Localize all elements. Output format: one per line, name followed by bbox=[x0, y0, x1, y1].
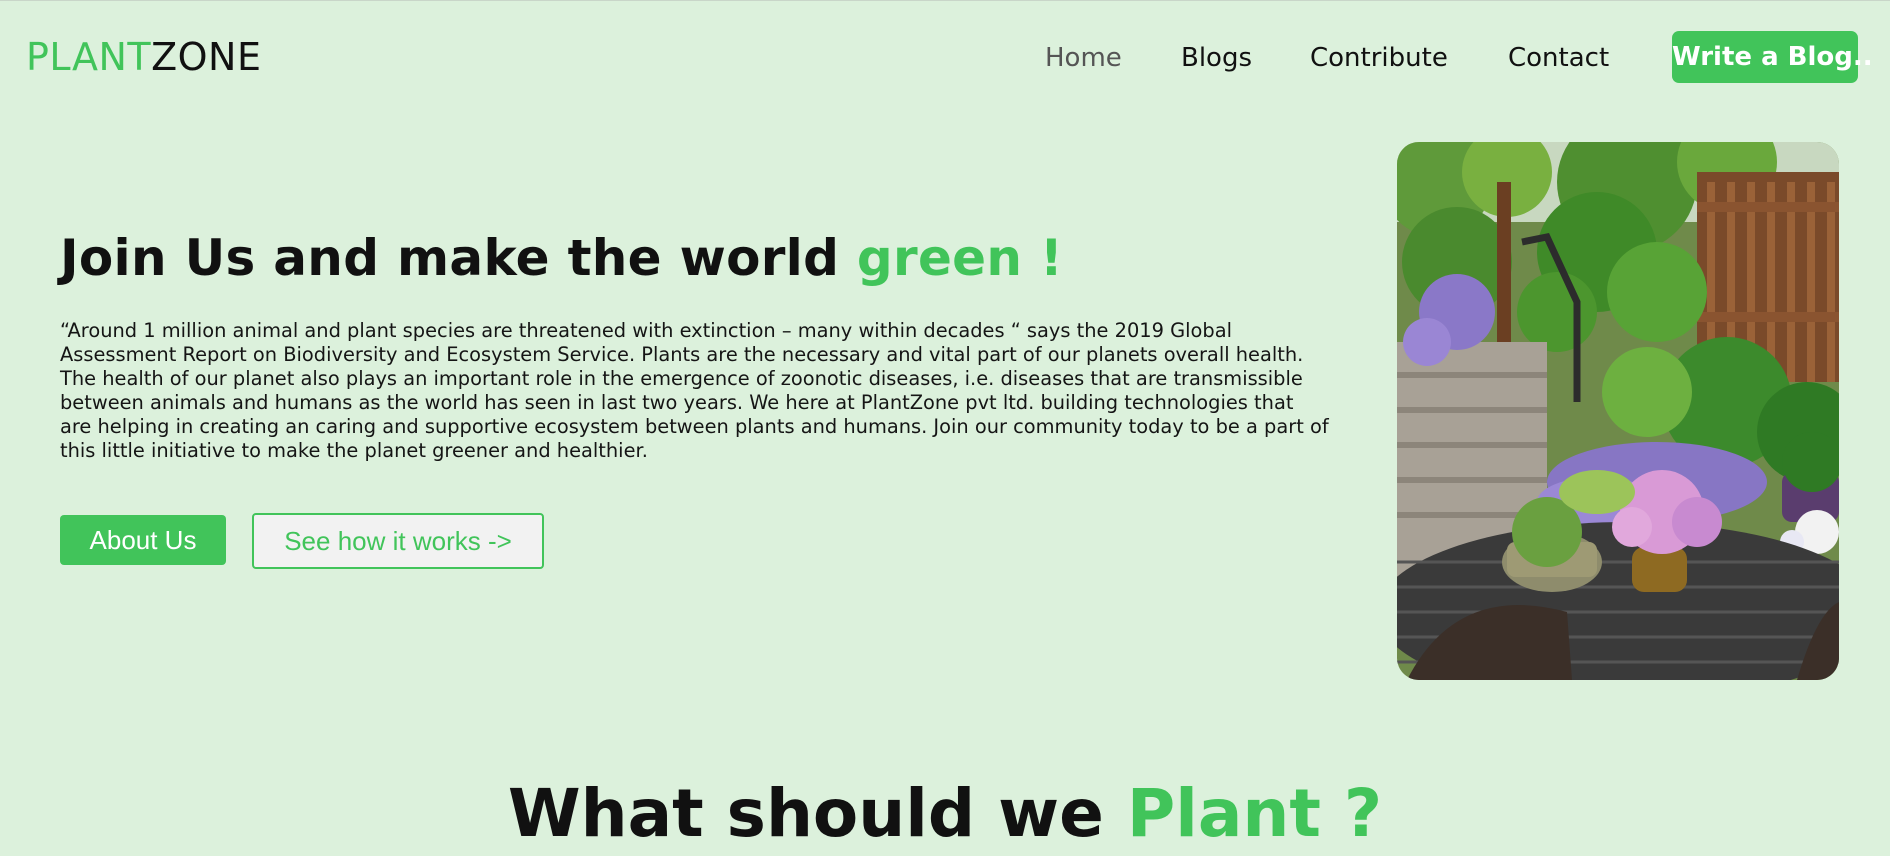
nav-item-blogs[interactable]: Blogs bbox=[1181, 38, 1252, 78]
section-title: What should we Plant ? bbox=[0, 772, 1890, 856]
brand-logo-part1: PLANT bbox=[26, 35, 152, 79]
garden-image bbox=[1397, 142, 1839, 680]
brand-logo[interactable]: PLANTZONE bbox=[26, 34, 261, 80]
see-how-it-works-button[interactable]: See how it works -> bbox=[252, 513, 544, 569]
hero-title-accent: green ! bbox=[856, 229, 1064, 287]
nav-item-contribute[interactable]: Contribute bbox=[1310, 38, 1448, 78]
hero-title: Join Us and make the world green ! bbox=[60, 226, 1063, 290]
top-border bbox=[0, 0, 1890, 1]
section-title-main: What should we bbox=[507, 775, 1127, 852]
section-title-accent: Plant ? bbox=[1126, 775, 1383, 852]
about-us-button[interactable]: About Us bbox=[60, 515, 226, 565]
hero-paragraph: “Around 1 million animal and plant speci… bbox=[60, 319, 1329, 462]
write-blog-button[interactable]: Write a Blog.. bbox=[1672, 31, 1873, 83]
nav-item-home[interactable]: Home bbox=[1045, 38, 1122, 78]
nav-item-contact[interactable]: Contact bbox=[1508, 38, 1609, 78]
hero-title-main: Join Us and make the world bbox=[60, 229, 857, 287]
brand-logo-part2: ZONE bbox=[151, 35, 262, 79]
